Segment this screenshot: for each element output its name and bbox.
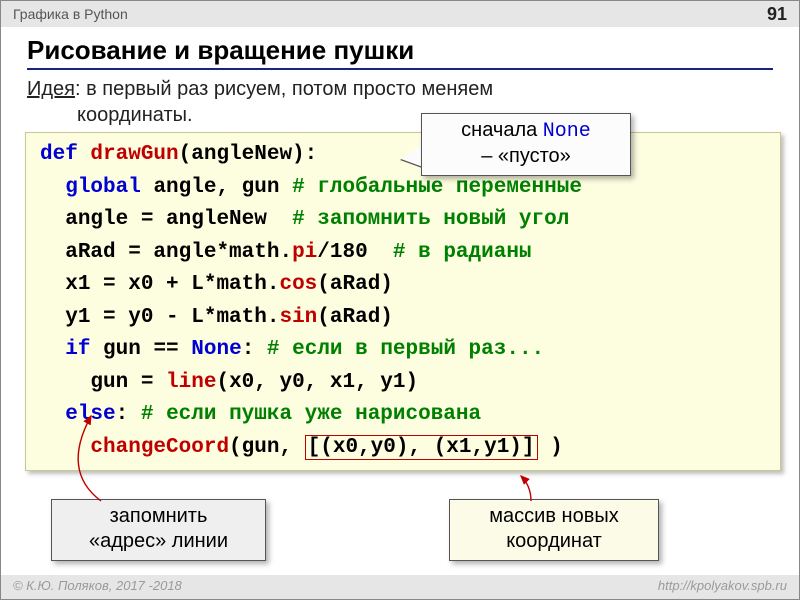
code-l9a: :: [116, 403, 141, 426]
code-l7a: gun ==: [90, 338, 191, 361]
footer-left: © К.Ю. Поляков, 2017 -2018: [13, 578, 182, 599]
kw-global: global: [65, 176, 141, 199]
code-block: def drawGun(angleNew): global angle, gun…: [25, 132, 781, 471]
cm-l2: # глобальные переменные: [292, 176, 582, 199]
callout-none-text1: сначала: [461, 119, 543, 141]
code-l4a: aRad = angle*math.: [65, 241, 292, 264]
code-l8b: (x0, y0, x1, y1): [216, 371, 418, 394]
footer-right: http://kpolyakov.spb.ru: [658, 578, 787, 599]
attr-cos: cos: [279, 273, 317, 296]
code-l10a: (gun,: [229, 436, 305, 459]
attr-sin: sin: [279, 306, 317, 329]
callout-pointer-icon: [401, 145, 423, 167]
kw-else: else: [65, 403, 115, 426]
callout-addr-2: «адрес» линии: [89, 530, 228, 552]
arrow-array-icon: [521, 476, 531, 501]
code-l4b: /180: [317, 241, 393, 264]
code-l6b: (aRad): [317, 306, 393, 329]
cm-l4: # в радианы: [393, 241, 532, 264]
callout-arr-1: массив новых: [489, 505, 618, 527]
cm-l3: # запомнить новый угол: [292, 208, 569, 231]
callout-address: запомнить «адрес» линии: [51, 499, 266, 561]
header-topic: Графика в Python: [13, 1, 128, 27]
idea-text-2: координаты.: [77, 102, 193, 128]
callout-none: сначала None – «пусто»: [421, 113, 631, 176]
code-l5a: x1 = x0 + L*math.: [65, 273, 279, 296]
code-l2-rest: angle, gun: [141, 176, 292, 199]
callout-array: массив новых координат: [449, 499, 659, 561]
callout-none-text2: – «пусто»: [481, 145, 571, 167]
slide: Графика в Python 91 Рисование и вращение…: [0, 0, 800, 600]
fn-line: line: [166, 371, 216, 394]
box-array: [(x0,y0), (x1,y1)]: [305, 435, 538, 460]
code-l10b: ): [538, 436, 563, 459]
attr-pi: pi: [292, 241, 317, 264]
code-l1-rest: (angleNew):: [179, 143, 318, 166]
callout-arr-2: координат: [506, 530, 602, 552]
const-none: None: [191, 338, 241, 361]
kw-def: def: [40, 143, 78, 166]
code-l6a: y1 = y0 - L*math.: [65, 306, 279, 329]
footer-bar: © К.Ю. Поляков, 2017 -2018 http://kpolya…: [1, 575, 799, 599]
idea-block: Идея: в первый раз рисуем, потом просто …: [27, 76, 773, 128]
callout-none-code: None: [543, 120, 591, 143]
fn-changecoord: changeCoord: [90, 436, 229, 459]
callout-addr-1: запомнить: [110, 505, 208, 527]
kw-if: if: [65, 338, 90, 361]
fn-drawgun: drawGun: [90, 143, 178, 166]
cm-l9: # если пушка уже нарисована: [141, 403, 481, 426]
idea-text-1: : в первый раз рисуем, потом просто меня…: [75, 78, 493, 100]
code-l5b: (aRad): [317, 273, 393, 296]
cm-l7: # если в первый раз...: [267, 338, 544, 361]
page-number: 91: [767, 1, 787, 27]
slide-title: Рисование и вращение пушки: [27, 35, 773, 70]
idea-label: Идея: [27, 78, 75, 100]
code-l8a: gun =: [90, 371, 166, 394]
header-bar: Графика в Python 91: [1, 1, 799, 27]
code-l3a: angle = angleNew: [65, 208, 292, 231]
code-l7b: :: [242, 338, 267, 361]
